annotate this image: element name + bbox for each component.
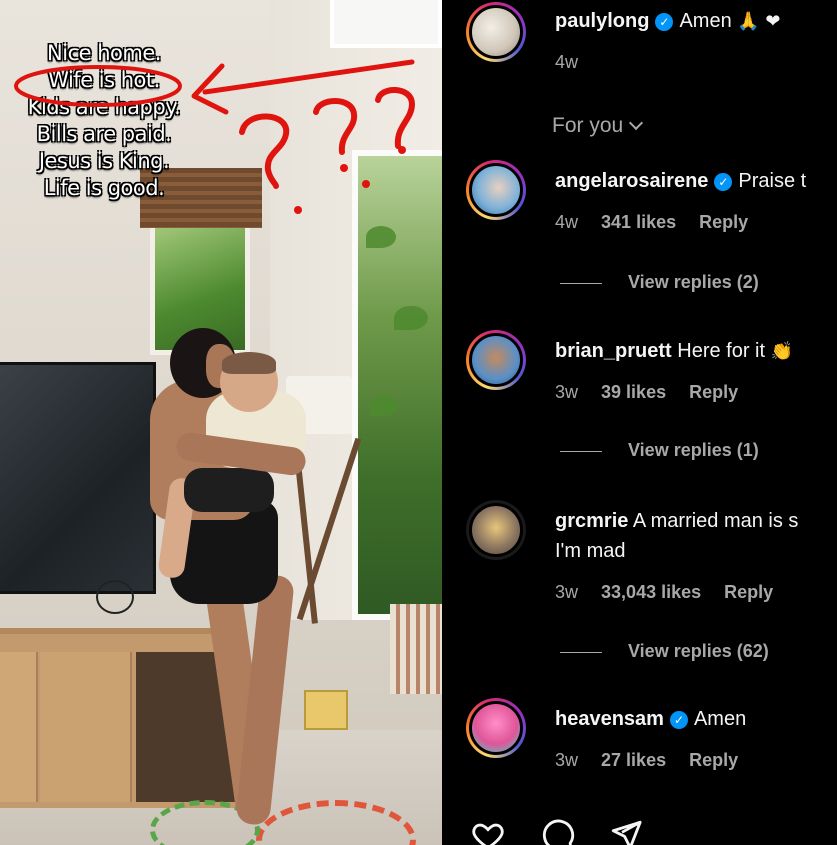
timestamp: 3w [555, 382, 579, 402]
comment-text: Amen [693, 708, 747, 730]
overlay-line: Life is good. [43, 176, 165, 200]
username[interactable]: heavensam [555, 708, 664, 730]
clap-emoji: 👏 [770, 341, 794, 362]
comment-icon[interactable] [540, 818, 576, 845]
reply-button[interactable]: Reply [724, 582, 773, 602]
action-bar [470, 810, 670, 845]
avatar[interactable] [466, 500, 526, 560]
comment-text-line2: I'm mad [555, 540, 626, 562]
tv-cable [96, 580, 134, 614]
side-table [390, 604, 442, 694]
glass-door [352, 150, 442, 620]
overlay-line: Bills are paid. [36, 122, 172, 146]
comment-text: Here for it [677, 340, 766, 362]
username[interactable]: paulylong [555, 10, 649, 32]
likes-count[interactable]: 39 likes [601, 382, 666, 402]
view-replies-button[interactable]: View replies (1) [560, 440, 759, 461]
verified-badge-icon: ✓ [714, 173, 733, 191]
comment-text: A married man is s [632, 510, 799, 532]
timestamp: 4w [555, 52, 579, 72]
post-media[interactable]: Nice home. Wife is hot. Kids are happy. … [0, 0, 442, 845]
verified-badge-icon: ✓ [669, 711, 688, 729]
avatar[interactable] [466, 330, 526, 390]
overlay-line: Wife is hot. [48, 68, 160, 92]
skylight-window [330, 0, 442, 48]
reply-button[interactable]: Reply [699, 212, 748, 232]
verified-badge-icon: ✓ [655, 13, 674, 31]
sort-dropdown[interactable]: For you [552, 114, 644, 138]
chevron-down-icon [629, 115, 644, 131]
reply-button[interactable]: Reply [689, 382, 738, 402]
television [0, 362, 156, 594]
emoji: 🙏 ❤ [737, 11, 781, 32]
likes-count[interactable]: 27 likes [601, 750, 666, 770]
likes-count[interactable]: 341 likes [601, 212, 676, 232]
likes-count[interactable]: 33,043 likes [601, 582, 701, 602]
avatar[interactable] [466, 160, 526, 220]
timestamp: 4w [555, 212, 579, 232]
sort-label: For you [552, 114, 624, 137]
overlay-line: Nice home. [47, 41, 161, 65]
avatar[interactable] [466, 698, 526, 758]
timestamp: 3w [555, 582, 579, 602]
comment-text: Praise t [738, 170, 807, 192]
comments-panel: paulylong ✓ Amen 🙏 ❤ 4w For you angelarosa… [442, 0, 837, 845]
tv-cabinet [0, 628, 240, 808]
caption-text: Amen [679, 10, 732, 32]
username[interactable]: grcmrie [555, 510, 628, 532]
reply-button[interactable]: Reply [689, 750, 738, 770]
overlay-caption: Nice home. Wife is hot. Kids are happy. … [4, 40, 204, 202]
share-icon[interactable] [608, 818, 644, 845]
overlay-line: Kids are happy. [27, 95, 181, 119]
username[interactable]: angelarosairene [555, 170, 708, 192]
heart-icon[interactable] [470, 818, 506, 845]
username[interactable]: brian_pruett [555, 340, 672, 362]
view-replies-button[interactable]: View replies (62) [560, 641, 769, 662]
toy-box [304, 690, 348, 730]
avatar[interactable] [466, 2, 526, 62]
view-replies-button[interactable]: View replies (2) [560, 272, 759, 293]
timestamp: 3w [555, 750, 579, 770]
overlay-line: Jesus is King. [38, 149, 170, 173]
